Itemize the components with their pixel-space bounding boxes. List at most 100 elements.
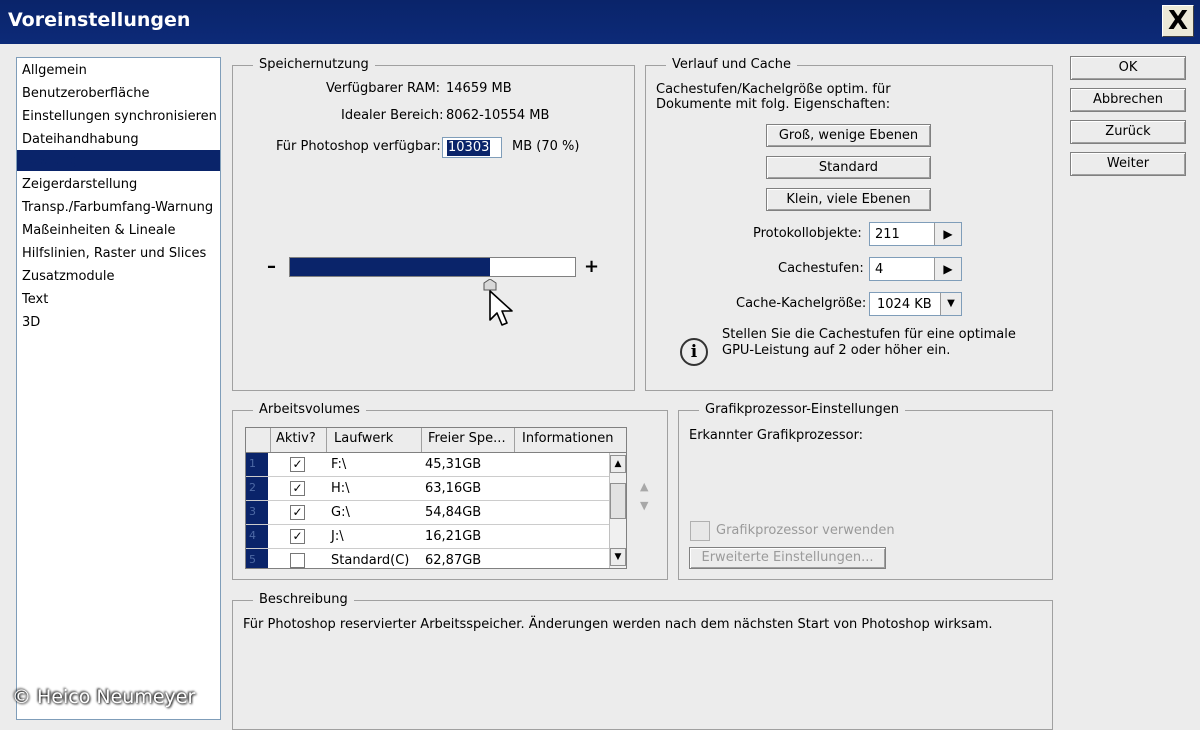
table-scrollbar[interactable]: ▲ ▼	[609, 453, 626, 568]
table-row[interactable]: 3 ✓ G:\ 54,84GB	[246, 501, 610, 525]
back-button[interactable]: Zurück	[1070, 120, 1186, 144]
sidebar-item-3d[interactable]: 3D	[17, 312, 220, 333]
header-corner	[246, 428, 271, 452]
free-space-cell: 63,16GB	[425, 481, 482, 496]
ram-label: Verfügbarer RAM:	[326, 81, 441, 96]
header-drive[interactable]: Laufwerk	[334, 431, 393, 446]
drive-cell: F:\	[331, 457, 347, 472]
slider-minus[interactable]: –	[267, 256, 276, 277]
drive-cell: J:\	[331, 529, 344, 544]
next-button[interactable]: Weiter	[1070, 152, 1186, 176]
sidebar-item-allgemein[interactable]: Allgemein	[17, 60, 220, 81]
header-divider	[421, 428, 422, 452]
sidebar-item-einstellungen-synchronisieren[interactable]: Einstellungen synchronisieren	[17, 106, 220, 127]
free-space-cell: 16,21GB	[425, 529, 482, 544]
history-states-label: Protokollobjekte:	[753, 226, 862, 241]
info-icon: i	[680, 338, 708, 366]
cache-tile-size-label: Cache-Kachelgröße:	[736, 296, 867, 311]
free-space-cell: 62,87GB	[425, 553, 482, 568]
table-row[interactable]: 1 ✓ F:\ 45,31GB	[246, 453, 610, 477]
standard-button[interactable]: Standard	[766, 156, 931, 179]
ideal-range-label: Idealer Bereich:	[341, 108, 444, 123]
memory-slider[interactable]	[289, 257, 576, 277]
table-row[interactable]: 4 ✓ J:\ 16,21GB	[246, 525, 610, 549]
close-button[interactable]: X	[1162, 5, 1194, 37]
sidebar-item-dateihandhabung[interactable]: Dateihandhabung	[17, 129, 220, 150]
scroll-up-icon[interactable]: ▲	[610, 455, 626, 473]
mouse-cursor-icon	[489, 290, 513, 326]
scroll-down-icon[interactable]: ▼	[610, 548, 626, 566]
row-number: 5	[246, 549, 268, 568]
sidebar-item-zusatzmodule[interactable]: Zusatzmodule	[17, 266, 220, 287]
sidebar-item-leistung[interactable]: Leistung	[17, 150, 220, 171]
drive-cell: Standard(C)	[331, 553, 410, 568]
drive-cell: H:\	[331, 481, 350, 496]
cancel-button[interactable]: Abbrechen	[1070, 88, 1186, 112]
sidebar-item-masseinheiten[interactable]: Maßeinheiten & Lineale	[17, 220, 220, 241]
table-header: Aktiv? Laufwerk Freier Spe... Informatio…	[246, 428, 626, 453]
ps-available-label: Für Photoshop verfügbar:	[276, 139, 441, 154]
row-number: 2	[246, 477, 268, 500]
cache-levels-stepper[interactable]: 4 ▶	[869, 257, 962, 281]
ps-available-input[interactable]: 10303	[442, 137, 502, 158]
history-states-value: 211	[875, 227, 900, 242]
free-space-cell: 54,84GB	[425, 505, 482, 520]
category-list: Allgemein Benutzeroberfläche Einstellung…	[16, 57, 221, 720]
window-title: Voreinstellungen	[8, 9, 191, 31]
table-row[interactable]: 2 ✓ H:\ 63,16GB	[246, 477, 610, 501]
copyright-watermark: © Heico Neumeyer	[12, 686, 196, 708]
table-row[interactable]: 5 Standard(C) 62,87GB	[246, 549, 610, 568]
ideal-range-value: 8062-10554 MB	[446, 108, 550, 123]
header-divider	[326, 428, 327, 452]
move-up-icon[interactable]: ▲	[640, 480, 648, 493]
scroll-thumb[interactable]	[610, 483, 626, 519]
history-cache-legend: Verlauf und Cache	[666, 56, 798, 74]
ram-value: 14659 MB	[446, 81, 512, 96]
scratch-disks-table: Aktiv? Laufwerk Freier Spe... Informatio…	[245, 427, 627, 569]
detected-gpu-label: Erkannter Grafikprozessor:	[689, 428, 864, 443]
move-down-icon[interactable]: ▼	[640, 499, 648, 512]
sidebar-item-text[interactable]: Text	[17, 289, 220, 310]
active-checkbox[interactable]: ✓	[290, 529, 305, 544]
cache-levels-value: 4	[875, 262, 884, 277]
gpu-legend: Grafikprozessor-Einstellungen	[699, 401, 906, 419]
row-number: 1	[246, 453, 268, 476]
cache-tile-size-value: 1024 KB	[877, 297, 932, 312]
slider-plus[interactable]: +	[584, 256, 599, 277]
history-states-arrow-icon[interactable]: ▶	[934, 223, 961, 245]
sidebar-item-hilfslinien[interactable]: Hilfslinien, Raster und Slices	[17, 243, 220, 264]
header-information[interactable]: Informationen	[522, 431, 614, 446]
sidebar-item-benutzeroberflaeche[interactable]: Benutzeroberfläche	[17, 83, 220, 104]
small-many-layers-button[interactable]: Klein, viele Ebenen	[766, 188, 931, 211]
use-gpu-label: Grafikprozessor verwenden	[716, 523, 895, 538]
ps-available-value: 10303	[447, 140, 491, 156]
row-number: 4	[246, 525, 268, 548]
row-number: 3	[246, 501, 268, 524]
history-states-stepper[interactable]: 211 ▶	[869, 222, 962, 246]
active-checkbox[interactable]: ✓	[290, 481, 305, 496]
memory-slider-fill	[290, 258, 490, 276]
header-active[interactable]: Aktiv?	[276, 431, 316, 446]
active-checkbox[interactable]: ✓	[290, 505, 305, 520]
gpu-hint-line1: Stellen Sie die Cachestufen für eine opt…	[722, 327, 1016, 342]
description-legend: Beschreibung	[253, 591, 354, 609]
active-checkbox[interactable]	[290, 553, 305, 568]
chevron-down-icon[interactable]: ▼	[940, 293, 961, 315]
ok-button[interactable]: OK	[1070, 56, 1186, 80]
use-gpu-checkbox[interactable]	[690, 521, 710, 541]
sidebar-item-zeigerdarstellung[interactable]: Zeigerdarstellung	[17, 174, 220, 195]
gpu-hint-line2: GPU-Leistung auf 2 oder höher ein.	[722, 343, 951, 358]
advanced-settings-button[interactable]: Erweiterte Einstellungen...	[689, 547, 886, 569]
cache-intro-line1: Cachestufen/Kachelgröße optim. für	[656, 82, 891, 97]
active-checkbox[interactable]: ✓	[290, 457, 305, 472]
sidebar-item-transparenz[interactable]: Transp./Farbumfang-Warnung	[17, 197, 220, 218]
cache-intro-line2: Dokumente mit folg. Eigenschaften:	[656, 97, 891, 112]
header-free-space[interactable]: Freier Spe...	[428, 431, 506, 446]
free-space-cell: 45,31GB	[425, 457, 482, 472]
scratch-disks-legend: Arbeitsvolumes	[253, 401, 366, 419]
cache-levels-label: Cachestufen:	[778, 261, 864, 276]
cache-tile-size-select[interactable]: 1024 KB ▼	[869, 292, 962, 316]
cache-levels-arrow-icon[interactable]: ▶	[934, 258, 961, 280]
description-text: Für Photoshop reservierter Arbeitsspeich…	[243, 617, 993, 632]
large-few-layers-button[interactable]: Groß, wenige Ebenen	[766, 124, 931, 147]
